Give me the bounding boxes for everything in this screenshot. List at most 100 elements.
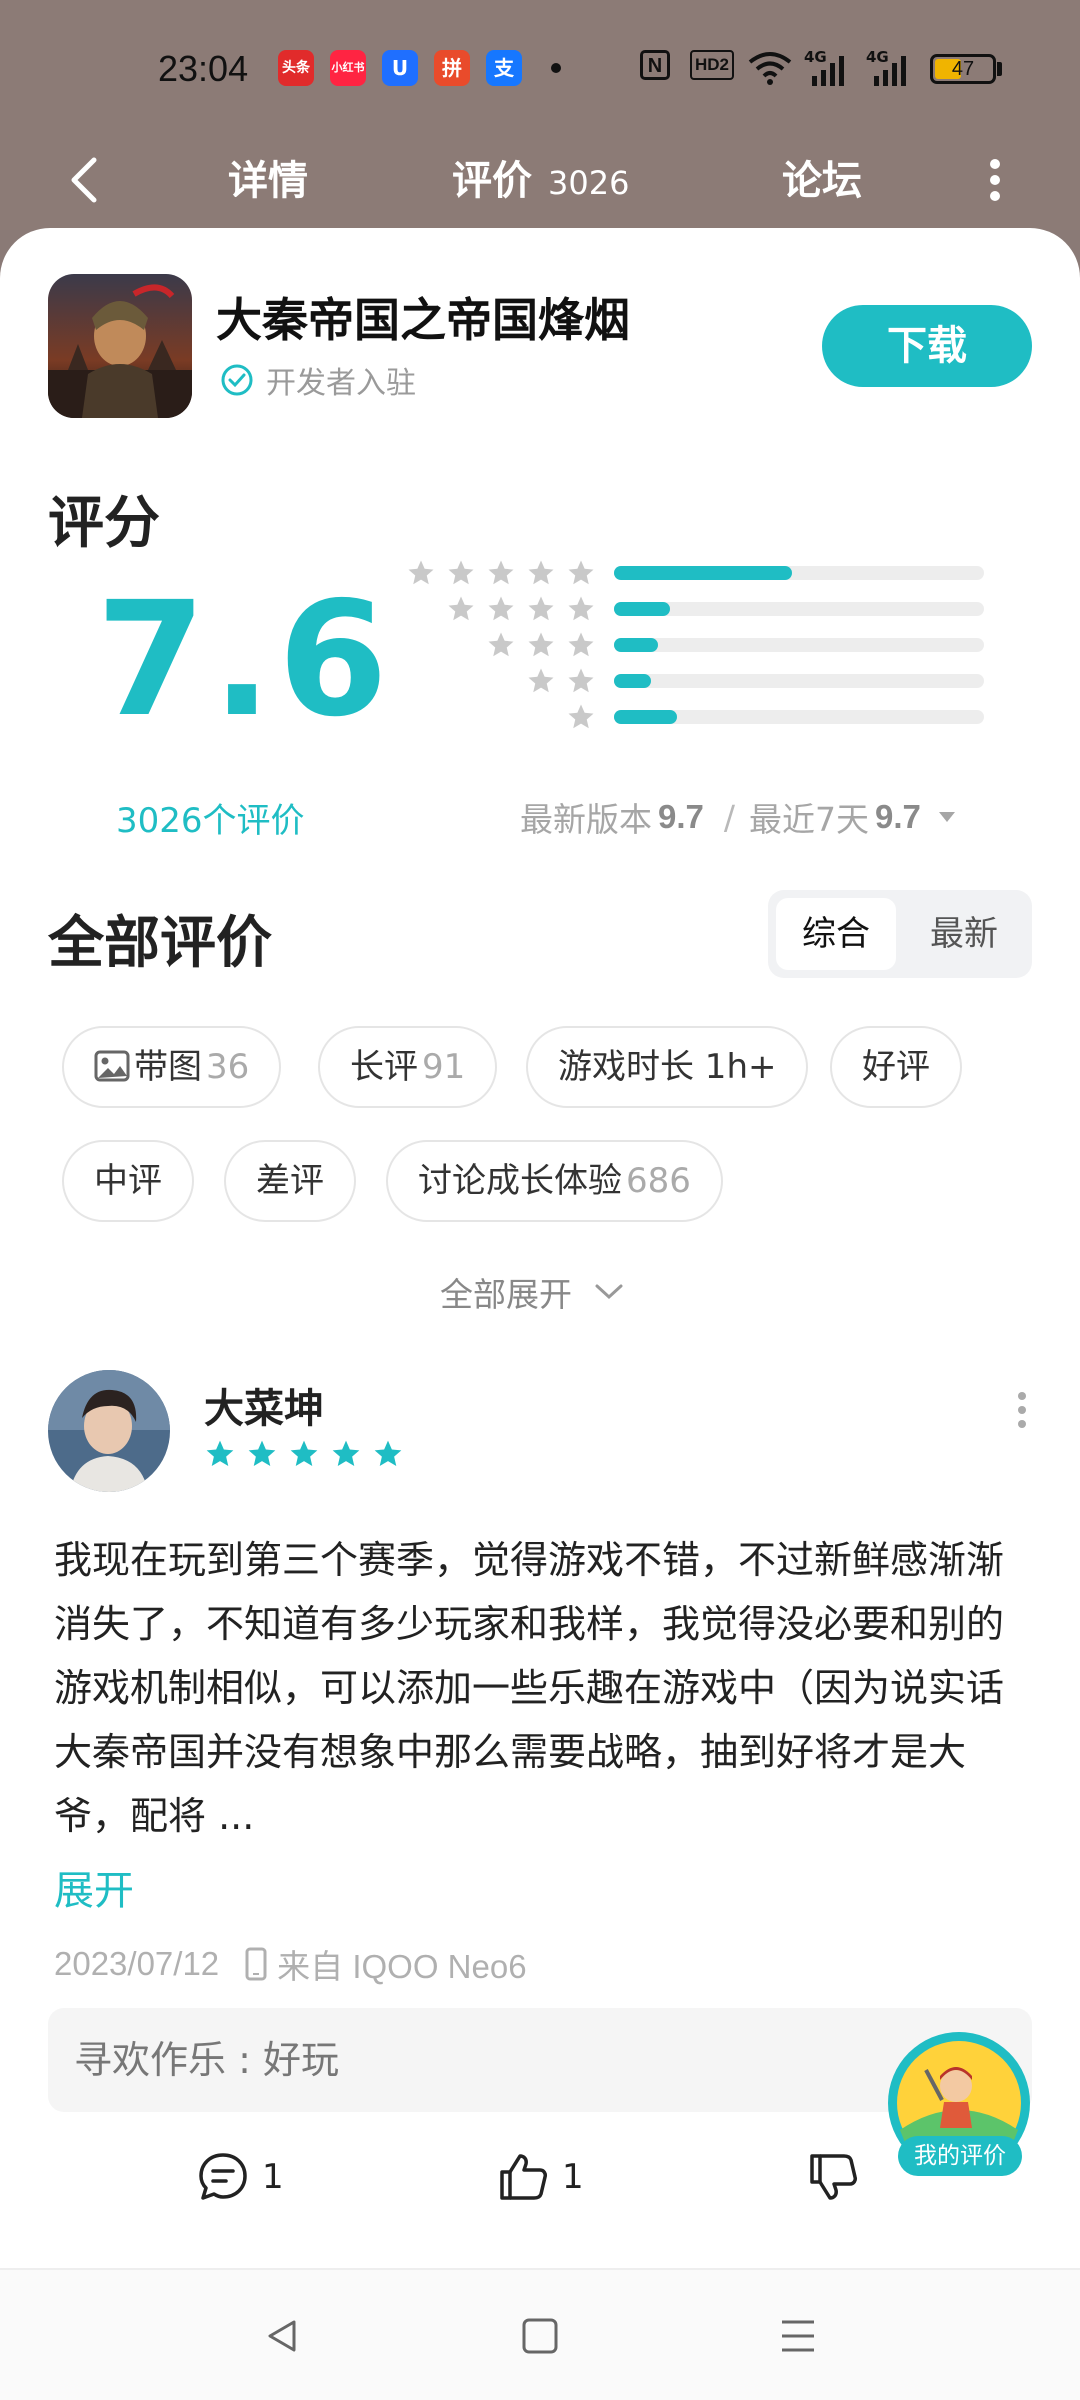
distribution-bar bbox=[614, 566, 984, 580]
distribution-bar-fill bbox=[614, 710, 677, 724]
distribution-row-4-star bbox=[398, 594, 988, 624]
star-icon bbox=[568, 668, 594, 693]
sort-comprehensive-button[interactable]: 综合 bbox=[776, 898, 896, 970]
dislike-button[interactable] bbox=[806, 2150, 872, 2204]
battery-level: 47 bbox=[951, 58, 975, 80]
avatar[interactable] bbox=[48, 1370, 170, 1492]
distribution-bar-fill bbox=[614, 638, 658, 652]
caret-down-icon bbox=[938, 812, 955, 822]
recent-score: 9.7 bbox=[875, 798, 921, 835]
my-review-label[interactable]: 我的评价 bbox=[898, 2136, 1022, 2176]
distribution-bar-fill bbox=[614, 602, 670, 616]
star-icon bbox=[488, 632, 514, 657]
status-bar: 23:04 头条 小红书 U 拼 支 N HD2 4G 4G 47 bbox=[0, 0, 1080, 130]
xiaohongshu-app-icon: 小红书 bbox=[330, 50, 366, 86]
chip-count: 36 bbox=[206, 1047, 250, 1087]
sort-toggle: 综合 最新 bbox=[768, 890, 1032, 978]
star-icon bbox=[448, 560, 474, 585]
distribution-stars bbox=[406, 558, 596, 588]
nav-home-icon[interactable] bbox=[520, 2316, 560, 2356]
top-nav: 详情 评价 3026 论坛 bbox=[0, 130, 1080, 230]
star-icon bbox=[528, 632, 554, 657]
chip-label: 长评 bbox=[350, 1047, 418, 1087]
filter-chip-long-review[interactable]: 长评 91 bbox=[318, 1026, 498, 1108]
wifi-icon bbox=[748, 52, 792, 85]
like-count: 1 bbox=[562, 2157, 584, 2197]
star-icon bbox=[488, 596, 514, 621]
distribution-bar bbox=[614, 602, 984, 616]
rating-title: 评分 bbox=[48, 491, 160, 556]
filter-chip-neutral[interactable]: 中评 bbox=[62, 1140, 194, 1222]
battery-icon: 47 bbox=[930, 54, 996, 84]
like-button[interactable]: 1 bbox=[496, 2150, 584, 2204]
expand-review-link[interactable]: 展开 bbox=[54, 1858, 134, 1916]
notification-dot bbox=[551, 63, 561, 73]
distribution-bar bbox=[614, 638, 984, 652]
system-nav-bar bbox=[0, 2268, 1080, 2400]
comment-icon bbox=[199, 2153, 247, 2200]
star-icon bbox=[528, 668, 554, 693]
more-options-icon[interactable] bbox=[985, 150, 1005, 210]
nav-back-icon[interactable] bbox=[262, 2316, 302, 2356]
signal-icon-1 bbox=[812, 56, 844, 86]
filter-chip-playtime[interactable]: 游戏时长 1h+ bbox=[526, 1026, 809, 1108]
reviewer-name[interactable]: 大菜坤 bbox=[204, 1376, 324, 1434]
chip-label: 带图 bbox=[134, 1047, 202, 1087]
review-meta: 2023/07/12 来自 IQOO Neo6 bbox=[54, 1940, 527, 1988]
review-device: 来自 IQOO Neo6 bbox=[277, 1948, 527, 1985]
distribution-bar bbox=[614, 674, 984, 688]
alipay-app-icon: 支 bbox=[486, 50, 522, 86]
filter-chip-growth-discussion[interactable]: 讨论成长体验 686 bbox=[386, 1140, 723, 1222]
back-arrow-icon[interactable] bbox=[60, 150, 110, 210]
distribution-row-5-star bbox=[398, 558, 988, 588]
star-icon bbox=[568, 704, 594, 729]
distribution-stars bbox=[486, 630, 596, 660]
filter-chip-negative[interactable]: 差评 bbox=[224, 1140, 356, 1222]
tab-reviews-count: 3026 bbox=[548, 164, 630, 202]
chip-label: 差评 bbox=[256, 1161, 324, 1201]
developer-badge: 开发者入驻 bbox=[220, 358, 416, 402]
star-icon bbox=[290, 1440, 318, 1466]
latest-version-label: 最新版本 bbox=[520, 800, 652, 839]
tab-forum[interactable]: 论坛 bbox=[782, 148, 862, 206]
thumbs-up-icon bbox=[500, 2154, 547, 2200]
recent-label: 最近7天 bbox=[749, 800, 869, 839]
star-icon bbox=[528, 560, 554, 585]
star-icon bbox=[206, 1440, 234, 1466]
chip-label: 游戏时长 1h+ bbox=[558, 1047, 777, 1087]
review-more-icon[interactable] bbox=[1016, 1390, 1028, 1430]
uc-app-icon: U bbox=[382, 50, 418, 86]
developer-badge-text: 开发者入驻 bbox=[266, 366, 416, 401]
distribution-stars bbox=[566, 702, 596, 732]
review-text: 我现在玩到第三个赛季，觉得游戏不错，不过新鲜感渐渐消失了，不知道有多少玩家和我样… bbox=[54, 1538, 1005, 1838]
distribution-stars bbox=[526, 666, 596, 696]
sort-latest-button[interactable]: 最新 bbox=[904, 898, 1024, 970]
star-icon bbox=[488, 560, 514, 585]
star-icon bbox=[374, 1440, 402, 1466]
star-icon bbox=[248, 1440, 276, 1466]
version-rating-selector[interactable]: 最新版本 9.7 / 最近7天 9.7 bbox=[520, 793, 955, 841]
star-icon bbox=[528, 596, 554, 621]
filter-chip-with-image[interactable]: 带图 36 bbox=[62, 1026, 282, 1108]
download-button[interactable]: 下载 bbox=[822, 305, 1032, 387]
thumbs-down-icon bbox=[810, 2154, 857, 2200]
review-date: 2023/07/12 bbox=[54, 1945, 220, 1982]
app-icon[interactable] bbox=[48, 274, 192, 418]
distribution-row-2-star bbox=[398, 666, 988, 696]
reply-preview[interactable]: 寻欢作乐 : 好玩 bbox=[48, 2008, 1032, 2112]
star-icon bbox=[568, 632, 594, 657]
expand-all-filters[interactable]: 全部展开 bbox=[440, 1268, 624, 1316]
rating-score: 7.6 bbox=[96, 568, 394, 752]
tab-reviews[interactable]: 评价 3026 bbox=[452, 148, 629, 206]
pinduoduo-app-icon: 拼 bbox=[434, 50, 470, 86]
nfc-icon: N bbox=[640, 50, 670, 80]
tab-details[interactable]: 详情 bbox=[228, 148, 308, 206]
star-icon bbox=[332, 1440, 360, 1466]
toutiao-app-icon: 头条 bbox=[278, 50, 314, 86]
all-reviews-title: 全部评价 bbox=[48, 911, 272, 976]
comment-button[interactable]: 1 bbox=[196, 2150, 284, 2204]
nav-menu-icon[interactable] bbox=[778, 2316, 818, 2356]
filter-chip-positive[interactable]: 好评 bbox=[830, 1026, 962, 1108]
reply-text: 好玩 bbox=[262, 2038, 339, 2082]
distribution-stars bbox=[446, 594, 596, 624]
